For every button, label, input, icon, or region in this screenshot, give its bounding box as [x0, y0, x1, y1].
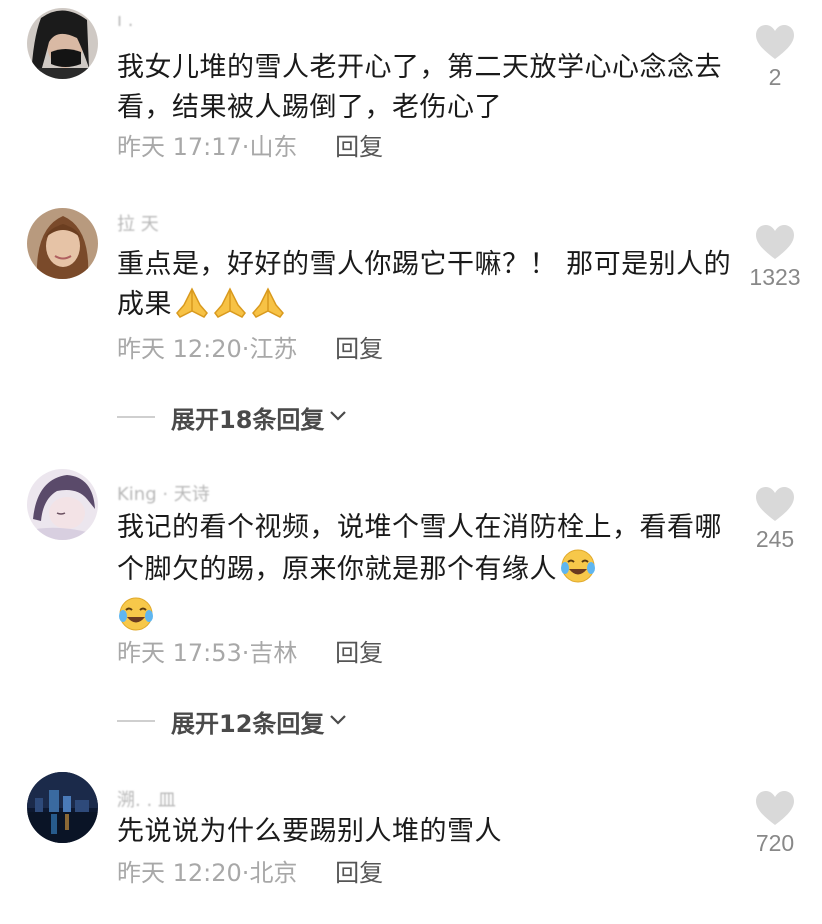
divider	[117, 416, 155, 418]
like-count: 245	[755, 526, 795, 552]
like-button[interactable]: 1323	[740, 224, 810, 291]
reply-button[interactable]: 回复	[335, 133, 383, 161]
comment-text: 重点是，好好的雪人你踢它干嘛？！ 那可是别人的成果	[117, 245, 737, 331]
like-count: 2	[768, 64, 782, 90]
folded-hands-emoji	[212, 285, 248, 331]
comment-time: 昨天 17:53	[117, 639, 242, 667]
comment-meta: 昨天 17:17·山东 回复	[117, 132, 383, 162]
username[interactable]: ı .	[117, 10, 133, 31]
comment-location: 江苏	[249, 335, 298, 363]
chevron-down-icon[interactable]	[328, 712, 348, 731]
comment-time: 昨天 12:20	[117, 859, 242, 887]
username[interactable]: King · 天诗	[117, 480, 210, 506]
like-button[interactable]: 245	[740, 486, 810, 553]
folded-hands-emoji	[174, 285, 210, 331]
avatar[interactable]	[27, 208, 98, 279]
avatar[interactable]	[27, 8, 98, 79]
comment-location: 吉林	[249, 639, 298, 667]
username[interactable]: 拉 天	[117, 210, 159, 236]
tears-of-joy-emoji	[559, 548, 597, 596]
reply-button[interactable]: 回复	[335, 335, 383, 363]
heart-icon[interactable]	[740, 24, 810, 60]
avatar[interactable]	[27, 772, 98, 843]
expand-replies-button[interactable]: 展开18条回复	[117, 400, 348, 435]
reply-button[interactable]: 回复	[335, 859, 383, 887]
comment-time: 昨天 17:17	[117, 133, 242, 161]
expand-replies-button[interactable]: 展开12条回复	[117, 704, 348, 739]
comment-location: 山东	[249, 133, 298, 161]
like-count: 720	[755, 830, 795, 856]
comment-meta: 昨天 12:20·北京 回复	[117, 858, 383, 888]
comment-text: 我记的看个视频，说堆个雪人在消防栓上，看看哪个脚欠的踢，原来你就是那个有缘人	[117, 508, 737, 644]
heart-icon[interactable]	[740, 486, 810, 522]
comment-text: 先说说为什么要踢别人堆的雪人	[117, 812, 737, 852]
avatar[interactable]	[27, 469, 98, 540]
heart-icon[interactable]	[740, 224, 810, 260]
reply-button[interactable]: 回复	[335, 639, 383, 667]
folded-hands-emoji	[250, 285, 286, 331]
divider	[117, 720, 155, 722]
comment-location: 北京	[249, 859, 298, 887]
username[interactable]: 溯. . 皿	[117, 786, 176, 812]
comment-meta: 昨天 12:20·江苏 回复	[117, 334, 383, 364]
comment-text-content: 我女儿堆的雪人老开心了，第二天放学心心念念去看，结果被人踢倒了，老伤心了	[117, 52, 722, 123]
expand-replies-label[interactable]: 展开12条回复	[171, 704, 324, 739]
comment-meta: 昨天 17:53·吉林 回复	[117, 638, 383, 668]
comment-text-content: 我记的看个视频，说堆个雪人在消防栓上，看看哪个脚欠的踢，原来你就是那个有缘人	[117, 512, 722, 585]
comment-text-content: 先说说为什么要踢别人堆的雪人	[117, 816, 502, 847]
like-button[interactable]: 2	[740, 24, 810, 91]
like-count: 1323	[749, 264, 801, 290]
heart-icon[interactable]	[740, 790, 810, 826]
expand-replies-label[interactable]: 展开18条回复	[171, 400, 324, 435]
like-button[interactable]: 720	[740, 790, 810, 857]
chevron-down-icon[interactable]	[328, 408, 348, 427]
comment-text: 我女儿堆的雪人老开心了，第二天放学心心念念去看，结果被人踢倒了，老伤心了	[117, 48, 737, 128]
comment-time: 昨天 12:20	[117, 335, 242, 363]
tears-of-joy-emoji	[117, 596, 155, 644]
